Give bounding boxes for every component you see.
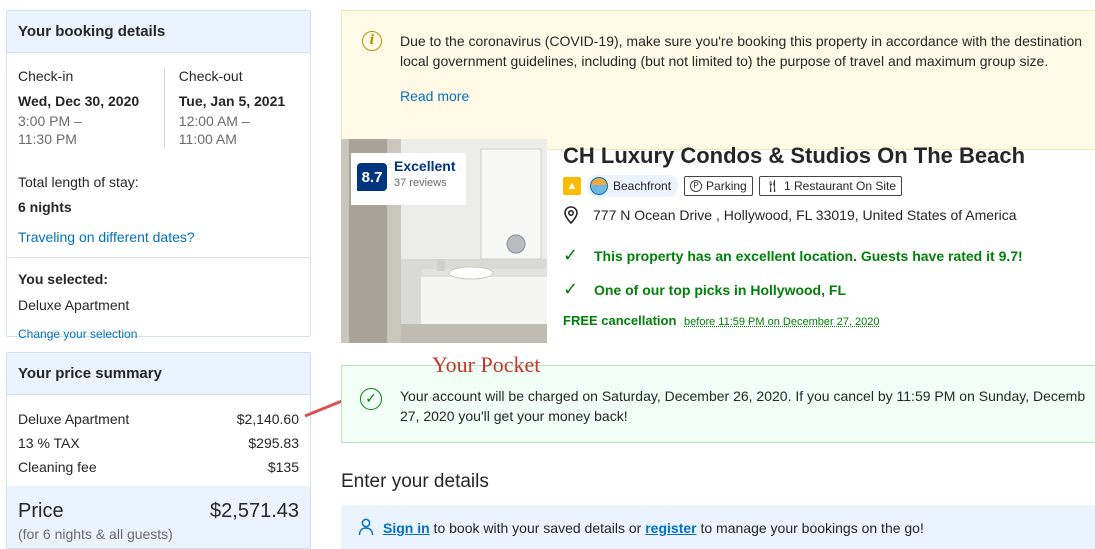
annotation-label: Your Pocket: [432, 352, 541, 377]
covid-notice-text: Due to the coronavirus (COVID-19), make …: [400, 31, 1095, 71]
property-name: CH Luxury Condos & Studios On The Beach: [563, 143, 1026, 168]
price-total-row: Price $2,571.43: [18, 500, 299, 523]
restaurant-badge: 🍴︎ 1 Restaurant On Site: [758, 176, 903, 196]
price-total-box: Price $2,571.43 (for 6 nights & all gues…: [7, 486, 310, 548]
free-cancellation: FREE cancellation before 11:59 PM on Dec…: [563, 313, 880, 328]
price-line-label: Cleaning fee: [18, 459, 97, 475]
location-pin-icon: [564, 206, 578, 224]
highlight-location-text: This property has an excellent location.…: [594, 247, 1023, 264]
read-more-link[interactable]: Read more: [400, 88, 469, 104]
free-cancellation-deadline[interactable]: before 11:59 PM on December 27, 2020: [684, 316, 879, 328]
price-line-label: 13 % TAX: [18, 435, 80, 451]
highlight-location: ✓ This property has an excellent locatio…: [563, 245, 1023, 266]
parking-icon: P: [690, 180, 703, 192]
checkin-time-to: 11:30 PM: [18, 131, 77, 147]
price-lines: Deluxe Apartment $2,140.60 13 % TAX $295…: [18, 411, 299, 483]
selected-room: Deluxe Apartment: [18, 297, 130, 313]
booking-details-card: Your booking details Check-in Wed, Dec 3…: [6, 10, 311, 341]
price-line-cleaning: Cleaning fee $135: [18, 459, 299, 483]
parking-label: Parking: [706, 179, 747, 193]
highlight-top-pick: ✓ One of our top picks in Hollywood, FL: [563, 279, 846, 300]
checkin-time-from: 3:00 PM –: [18, 113, 82, 129]
price-line-tax: 13 % TAX $295.83: [18, 435, 299, 459]
charge-notice-text: Your account will be charged on Saturday…: [400, 386, 1095, 426]
price-total-amount: $2,571.43: [210, 500, 299, 522]
checkin-checkout-row: Check-in Wed, Dec 30, 2020 3:00 PM – 11:…: [18, 68, 310, 148]
checkout-time-to: 11:00 AM: [178, 131, 237, 147]
thumbs-up-icon: ▲: [563, 177, 581, 195]
review-score-word: Excellent: [394, 158, 456, 174]
beach-icon: [590, 177, 608, 195]
person-icon: [358, 518, 374, 536]
checkin-block: Check-in Wed, Dec 30, 2020 3:00 PM – 11:…: [18, 68, 164, 148]
parking-badge: P Parking: [684, 176, 753, 196]
restaurant-label: 1 Restaurant On Site: [783, 179, 897, 193]
selection-block: You selected: Deluxe Apartment Change yo…: [18, 271, 137, 341]
price-total-label: Price: [18, 500, 64, 522]
review-score-badge[interactable]: 8.7 Excellent 37 reviews: [351, 153, 466, 205]
stay-value: 6 nights: [18, 199, 72, 215]
price-line-amount: $2,140.60: [236, 411, 299, 427]
signin-tail-text: to manage your bookings on the go!: [696, 520, 924, 536]
booking-details-title: Your booking details: [7, 11, 310, 53]
stay-length: Total length of stay: 6 nights: [18, 174, 139, 215]
register-link[interactable]: register: [645, 520, 696, 536]
price-line-room: Deluxe Apartment $2,140.60: [18, 411, 299, 435]
highlight-top-pick-text: One of our top picks in Hollywood, FL: [594, 281, 846, 298]
checkout-label: Check-out: [178, 68, 243, 84]
property-address: 777 N Ocean Drive , Hollywood, FL 33019,…: [563, 206, 1017, 224]
review-count: 37 reviews: [394, 177, 447, 189]
divider: [7, 257, 310, 258]
charge-line-1: Your account will be charged on Saturday…: [400, 388, 1086, 404]
price-line-label: Deluxe Apartment: [18, 411, 130, 427]
checkmark-icon: ✓: [563, 279, 579, 299]
price-line-amount: $135: [267, 459, 299, 475]
price-summary-card: Your price summary Deluxe Apartment $2,1…: [6, 352, 311, 549]
beachfront-badge: Beachfront: [587, 175, 679, 197]
stay-label: Total length of stay:: [18, 174, 139, 190]
free-cancellation-label: FREE cancellation: [563, 313, 677, 328]
covid-line-2: local government guidelines, including (…: [400, 53, 1049, 69]
fork-knife-icon: 🍴︎: [764, 179, 780, 193]
check-circle-icon: ✓: [360, 388, 382, 410]
selected-label: You selected:: [18, 271, 108, 287]
signin-banner: Sign in to book with your saved details …: [341, 505, 1095, 549]
price-line-amount: $295.83: [248, 435, 299, 451]
different-dates-link[interactable]: Traveling on different dates?: [18, 229, 195, 245]
review-score: 8.7: [357, 163, 387, 191]
signin-text: Sign in to book with your saved details …: [383, 520, 924, 536]
checkin-date: Wed, Dec 30, 2020: [18, 93, 140, 109]
beachfront-label: Beachfront: [613, 179, 672, 193]
checkin-label: Check-in: [18, 68, 74, 84]
signin-link[interactable]: Sign in: [383, 520, 430, 536]
charge-line-2: 27, 2020 you'll get your money back!: [400, 408, 628, 424]
signin-mid-text: to book with your saved details or: [429, 520, 646, 536]
covid-notice: i Due to the coronavirus (COVID-19), mak…: [341, 10, 1095, 150]
checkout-block: Check-out Tue, Jan 5, 2021 12:00 AM – 11…: [163, 68, 310, 148]
info-icon: i: [362, 31, 382, 51]
property-photo[interactable]: 8.7 Excellent 37 reviews: [341, 139, 547, 343]
change-selection-link[interactable]: Change your selection: [18, 327, 137, 341]
address-text: 777 N Ocean Drive , Hollywood, FL 33019,…: [593, 207, 1017, 223]
checkmark-icon: ✓: [563, 245, 579, 265]
checkout-date: Tue, Jan 5, 2021: [178, 93, 286, 109]
enter-details-heading: Enter your details: [341, 471, 489, 492]
facilities-row: ▲ Beachfront P Parking 🍴︎ 1 Restaurant O…: [563, 175, 903, 197]
covid-line-1: Due to the coronavirus (COVID-19), make …: [400, 33, 1083, 49]
price-summary-title: Your price summary: [7, 353, 310, 395]
checkout-time-from: 12:00 AM –: [178, 113, 250, 129]
price-total-subtitle: (for 6 nights & all guests): [18, 526, 173, 542]
